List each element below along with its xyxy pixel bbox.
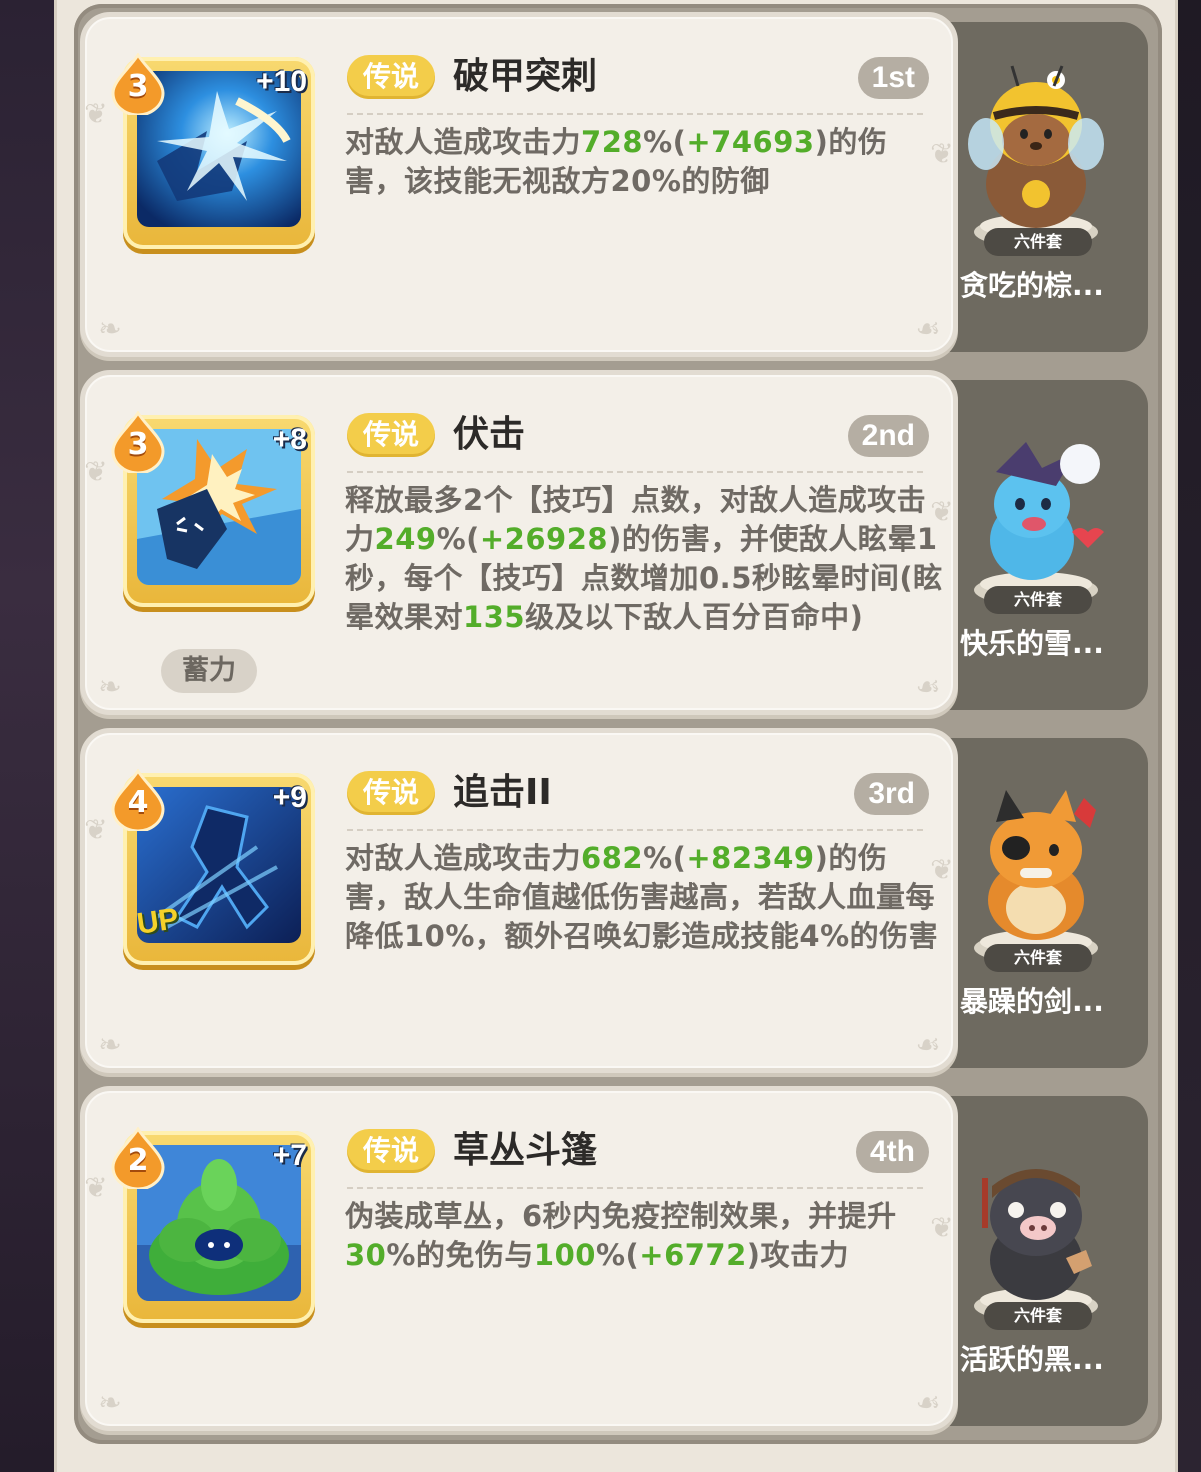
highlight-value: +26928	[479, 522, 609, 556]
enhance-level: +7	[272, 1139, 307, 1172]
pet-figure[interactable]	[946, 770, 1126, 970]
rank-badge: 3rd	[854, 773, 929, 815]
skill-description: 对敌人造成攻击力728%(+74693)的伤害，该技能无视敌方20%的防御	[345, 123, 945, 201]
skill-description: 伪装成草丛，6秒内免疫控制效果，并提升 30%的免伤与100%(+6772)攻击力	[345, 1197, 945, 1275]
corner-ornament-icon: ❧	[98, 1386, 122, 1419]
enhance-level: +10	[256, 65, 307, 98]
skill-card[interactable]: ❦ ❦ ❧ ☙ 2 +7 传说 草丛斗篷 4th 伪装成草丛，6秒内免疫控制效果…	[80, 1086, 958, 1431]
ornament-icon: ❦	[84, 97, 108, 130]
divider	[347, 113, 923, 115]
skill-row[interactable]: 六件套 快乐的雪... ❦ ❦ ❧ ☙ 3 +8 蓄力 传说 伏击 2nd 释放…	[80, 370, 1148, 715]
skill-description: 对敌人造成攻击力682%(+82349)的伤害，敌人生命值越低伤害越高，若敌人血…	[345, 839, 945, 956]
skill-card[interactable]: ❦ ❦ ❧ ☙ 3 +10 传说 破甲突刺 1st 对敌人造成攻击力728%(+…	[80, 12, 958, 357]
desc-text: %(	[436, 522, 480, 556]
desc-text: %(	[643, 125, 687, 159]
pet-figure[interactable]	[946, 1128, 1126, 1328]
divider	[347, 829, 923, 831]
divider	[347, 1187, 923, 1189]
rarity-badge: 传说	[347, 1129, 436, 1173]
skill-name: 草丛斗篷	[453, 1130, 598, 1171]
charge-tag: 蓄力	[161, 649, 257, 693]
highlight-value: 135	[463, 600, 526, 634]
corner-ornament-icon: ❧	[98, 1028, 122, 1061]
enhance-level: +8	[272, 423, 307, 456]
corner-ornament-icon: ❧	[98, 670, 122, 703]
corner-ornament-icon: ☙	[915, 312, 941, 345]
desc-text: 级及以下敌人百分百命中)	[525, 600, 864, 634]
skill-name: 追击II	[453, 772, 552, 813]
desc-text: %(	[595, 1238, 640, 1272]
divider	[347, 471, 923, 473]
corner-ornament-icon: ❧	[98, 312, 122, 345]
desc-text: %(	[643, 841, 687, 875]
skill-description: 释放最多2个【技巧】点数，对敌人造成攻击力249%(+26928)的伤害，并使敌…	[345, 481, 945, 637]
highlight-value: 682	[581, 841, 644, 875]
skill-row[interactable]: 六件套 暴躁的剑... ❦ ❦ ❧ ☙ 4 +9 UP 传说 追击II 3rd …	[80, 728, 1148, 1073]
set-badge: 六件套	[984, 944, 1092, 972]
skill-card[interactable]: ❦ ❦ ❧ ☙ 4 +9 UP 传说 追击II 3rd 对敌人造成攻击力682%…	[80, 728, 958, 1073]
highlight-value: 249	[374, 522, 437, 556]
skill-name: 伏击	[453, 414, 526, 455]
ornament-icon: ❦	[84, 813, 108, 846]
highlight-value: +82349	[686, 841, 815, 875]
rarity-badge: 传说	[347, 771, 436, 815]
skill-name: 破甲突刺	[453, 56, 598, 97]
pet-figure[interactable]	[946, 412, 1126, 612]
upgrade-tag: UP	[134, 902, 181, 941]
pet-name: 暴躁的剑...	[960, 985, 1104, 1018]
desc-text: )攻击力	[746, 1238, 850, 1272]
skill-row[interactable]: 六件套 贪吃的棕... ❦ ❦ ❧ ☙ 3 +10 传说 破甲突刺 1st 对敌…	[80, 12, 1148, 357]
corner-ornament-icon: ☙	[915, 670, 941, 703]
enhance-level: +9	[272, 781, 307, 814]
pet-name: 活跃的黑...	[960, 1343, 1104, 1376]
desc-text: %的免伤与	[386, 1238, 534, 1272]
ornament-icon: ❦	[84, 455, 108, 488]
skill-row[interactable]: 六件套 活跃的黑... ❦ ❦ ❧ ☙ 2 +7 传说 草丛斗篷 4th 伪装成…	[80, 1086, 1148, 1431]
desc-text: 对敌人造成攻击力	[345, 841, 582, 875]
skill-card[interactable]: ❦ ❦ ❧ ☙ 3 +8 蓄力 传说 伏击 2nd 释放最多2个【技巧】点数，对…	[80, 370, 958, 715]
rarity-badge: 传说	[347, 413, 436, 457]
highlight-value: +6772	[639, 1238, 747, 1272]
set-badge: 六件套	[984, 228, 1092, 256]
game-background-left	[0, 0, 62, 1472]
highlight-value: 100	[533, 1238, 596, 1272]
rank-badge: 4th	[856, 1131, 929, 1173]
pet-figure[interactable]	[946, 54, 1126, 254]
ornament-icon: ❦	[84, 1171, 108, 1204]
highlight-value: 30	[345, 1238, 387, 1272]
highlight-value: +74693	[686, 125, 815, 159]
corner-ornament-icon: ☙	[915, 1028, 941, 1061]
rank-badge: 2nd	[847, 415, 929, 457]
desc-text: 对敌人造成攻击力	[345, 125, 582, 159]
set-badge: 六件套	[984, 586, 1092, 614]
rarity-badge: 传说	[347, 55, 436, 99]
highlight-value: 728	[581, 125, 644, 159]
corner-ornament-icon: ☙	[915, 1386, 941, 1419]
pet-name: 快乐的雪...	[960, 627, 1104, 660]
set-badge: 六件套	[984, 1302, 1092, 1330]
rank-badge: 1st	[857, 57, 929, 99]
desc-text: 伪装成草丛，6秒内免疫控制效果，并提升	[345, 1199, 897, 1233]
pet-name: 贪吃的棕...	[960, 269, 1104, 302]
